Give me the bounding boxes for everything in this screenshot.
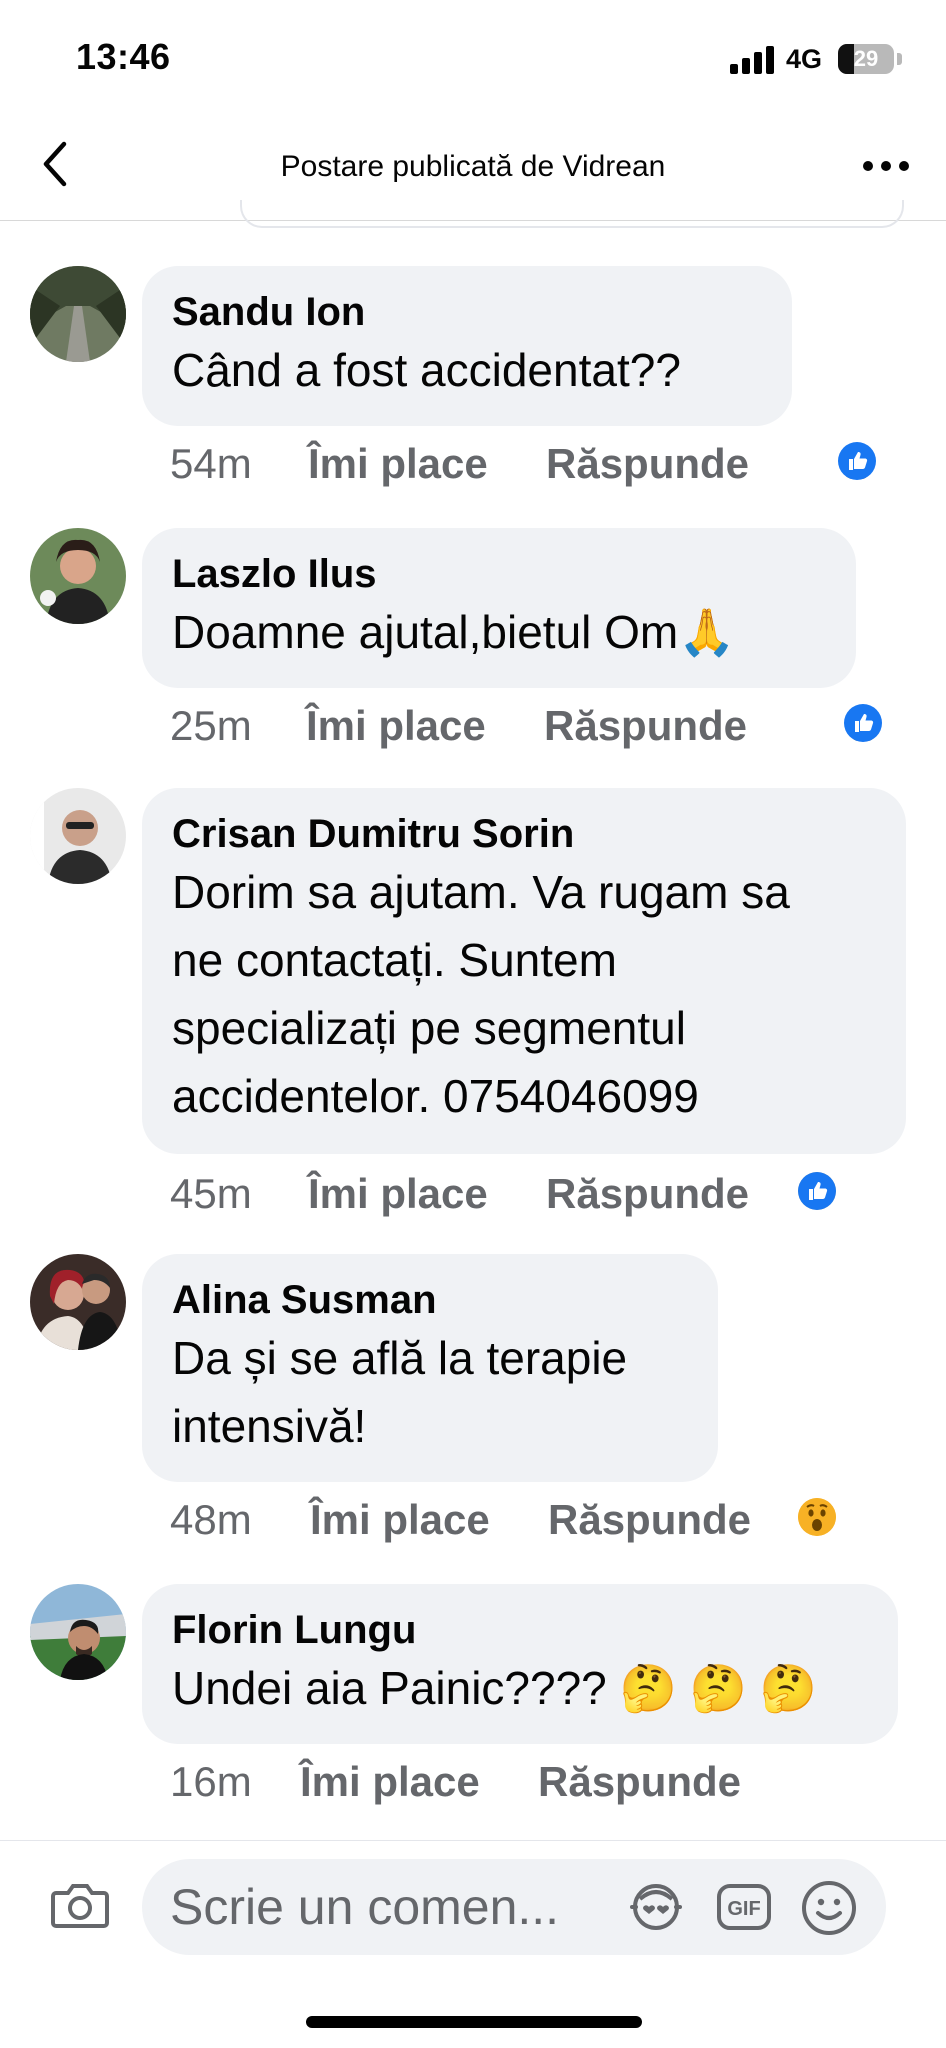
comment-author[interactable]: Alina Susman xyxy=(172,1276,688,1324)
comment-composer: GIF xyxy=(0,1840,946,1969)
comment-actions: 25m Îmi place Răspunde 1 xyxy=(170,702,930,754)
chevron-left-icon xyxy=(43,141,67,187)
status-bar: 13:46 4G 29 xyxy=(0,0,946,110)
comment-author[interactable]: Crisan Dumitru Sorin xyxy=(172,810,876,858)
avatar[interactable] xyxy=(30,1254,126,1350)
battery-level: 29 xyxy=(853,46,879,71)
reply-button[interactable]: Răspunde xyxy=(544,702,747,750)
gif-button[interactable]: GIF xyxy=(716,1883,772,1931)
comment-author[interactable]: Laszlo Ilus xyxy=(172,550,826,598)
camera-button[interactable] xyxy=(50,1879,110,1931)
comment-bubble[interactable]: Sandu Ion Când a fost accidentat?? xyxy=(142,266,792,426)
like-button[interactable]: Îmi place xyxy=(300,1758,480,1806)
comment-input[interactable] xyxy=(142,1859,886,1955)
comment-author[interactable]: Sandu Ion xyxy=(172,288,762,336)
wow-reaction-icon xyxy=(796,1496,838,1538)
comment-author[interactable]: Florin Lungu xyxy=(172,1606,868,1654)
comment-time: 48m xyxy=(170,1496,252,1543)
battery-nub xyxy=(897,53,902,65)
smiley-icon xyxy=(802,1881,856,1935)
signal-icon xyxy=(730,46,776,74)
avatar[interactable] xyxy=(30,1584,126,1680)
comment-text-line: accidentelor. 0754046099 xyxy=(172,1070,699,1122)
avatar[interactable] xyxy=(30,266,126,362)
like-reaction-icon xyxy=(842,702,884,744)
reply-button[interactable]: Răspunde xyxy=(546,440,749,488)
comment-text-line: Dorim sa ajutam. Va rugam sa xyxy=(172,866,790,918)
like-button[interactable]: Îmi place xyxy=(308,440,488,488)
comment-time: 45m xyxy=(170,1170,252,1217)
reply-button[interactable]: Răspunde xyxy=(546,1170,749,1218)
avatar[interactable] xyxy=(30,528,126,624)
gif-label: GIF xyxy=(727,1898,760,1920)
previous-content-edge xyxy=(240,200,904,228)
comment-text-line: ne contactați. Suntem xyxy=(172,934,617,986)
comment-time: 16m xyxy=(170,1758,252,1805)
like-reaction-icon xyxy=(836,440,878,482)
comment-bubble[interactable]: Laszlo Ilus Doamne ajutal,bietul Om🙏 xyxy=(142,528,856,688)
comment-bubble[interactable]: Alina Susman Da și se află la terapie in… xyxy=(142,1254,718,1482)
emoji-button[interactable] xyxy=(800,1879,858,1937)
avatar-sticker-button[interactable] xyxy=(628,1881,684,1933)
comment-bubble[interactable]: Florin Lungu Undei aia Painic???? 🤔 🤔 🤔 xyxy=(142,1584,898,1744)
like-button[interactable]: Îmi place xyxy=(308,1170,488,1218)
like-button[interactable]: Îmi place xyxy=(310,1496,490,1544)
network-type: 4G xyxy=(786,44,823,74)
comment-actions: 48m Îmi place Răspunde 3 xyxy=(170,1496,930,1548)
comment-actions: 16m Îmi place Răspunde xyxy=(170,1758,930,1810)
comment-text: Doamne ajutal,bietul Om🙏 xyxy=(172,606,736,658)
back-button[interactable] xyxy=(30,136,86,192)
battery-icon: 29 xyxy=(838,44,894,74)
comment-actions: 54m Îmi place Răspunde 2 xyxy=(170,440,930,492)
avatar-sticker-icon xyxy=(630,1884,682,1930)
like-button[interactable]: Îmi place xyxy=(306,702,486,750)
comment-text-line: intensivă! xyxy=(172,1400,367,1452)
comment-text-line: Da și se află la terapie xyxy=(172,1332,628,1384)
like-reaction-icon xyxy=(796,1170,838,1212)
comment-text-line: specializați pe segmentul xyxy=(172,1002,686,1054)
comment-text: Când a fost accidentat?? xyxy=(172,344,681,396)
avatar[interactable] xyxy=(30,788,126,884)
comment-text: Undei aia Painic???? 🤔 🤔 🤔 xyxy=(172,1662,817,1714)
comment-actions: 45m Îmi place Răspunde 4 xyxy=(170,1170,930,1222)
reply-button[interactable]: Răspunde xyxy=(548,1496,751,1544)
comment-bubble[interactable]: Crisan Dumitru Sorin Dorim sa ajutam. Va… xyxy=(142,788,906,1154)
comment-time: 25m xyxy=(170,702,252,749)
status-time: 13:46 xyxy=(76,36,171,77)
more-horizontal-icon xyxy=(863,161,909,171)
comment-time: 54m xyxy=(170,440,252,487)
home-indicator[interactable] xyxy=(306,2016,642,2028)
gif-icon: GIF xyxy=(717,1884,771,1930)
page-title: Postare publicată de Vidrean xyxy=(280,150,666,183)
reply-button[interactable]: Răspunde xyxy=(538,1758,741,1806)
more-options-button[interactable] xyxy=(856,146,916,186)
camera-icon xyxy=(51,1884,109,1928)
